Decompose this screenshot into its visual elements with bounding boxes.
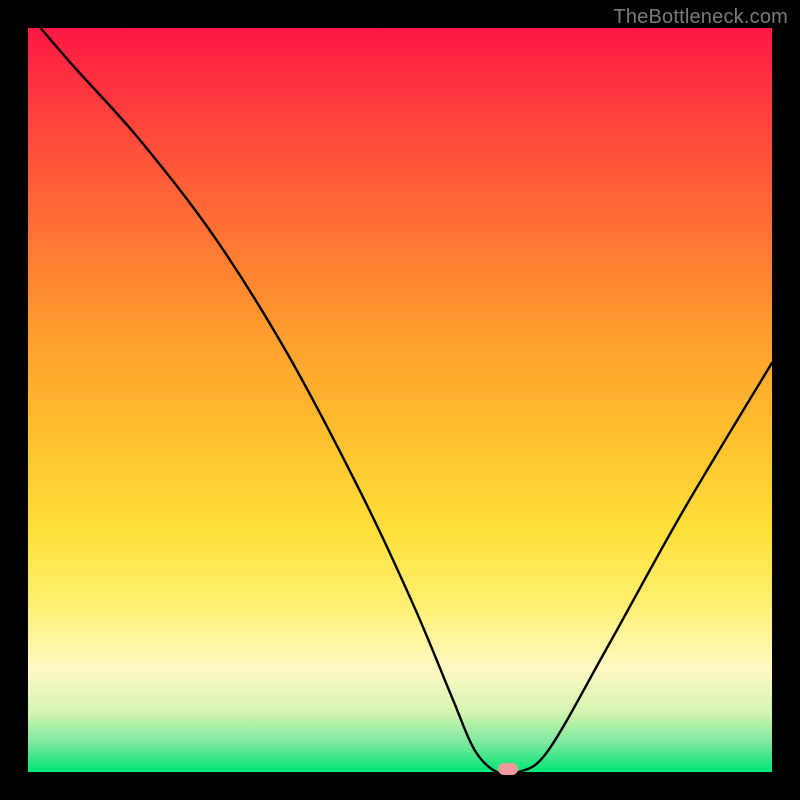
chart-frame: TheBottleneck.com: [0, 0, 800, 800]
plot-area: [28, 28, 772, 772]
bottleneck-curve: [28, 28, 772, 772]
watermark-text: TheBottleneck.com: [613, 6, 788, 29]
optimal-marker: [498, 763, 518, 775]
